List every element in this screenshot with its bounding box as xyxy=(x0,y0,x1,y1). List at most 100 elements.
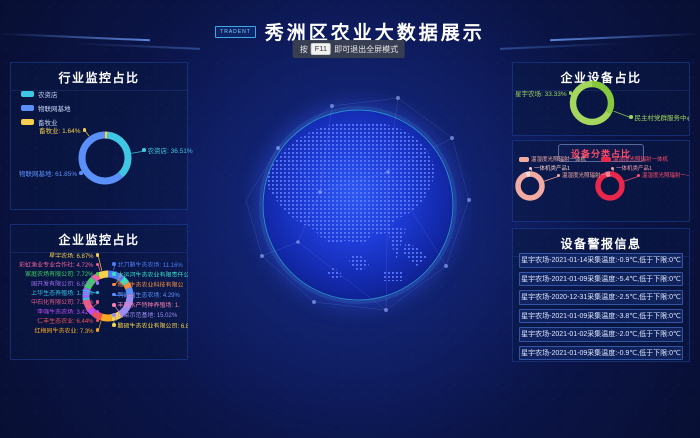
enterprise-label: 彩虹渔业专业合作社: 4.72% xyxy=(15,261,99,267)
label-text: 仁丰生态农业: 6.44% xyxy=(37,318,93,324)
enterprise-label: 国开发有限公司: 6.87% xyxy=(15,280,99,286)
enterprise-label: 中石化有限公司: 7.29% xyxy=(15,299,99,305)
label-dot xyxy=(96,328,100,332)
enterprise-label: 大运河生态农业有限责任公 xyxy=(112,271,188,277)
corner-bracket xyxy=(682,214,690,222)
mesh-lines xyxy=(246,98,469,310)
panel-title: 行业监控占比 xyxy=(11,63,187,91)
dashboard: TRADENT 秀洲区农业大数据展示 按 F11 即可退出全屏模式 行业监控占比… xyxy=(0,0,700,438)
label-dot xyxy=(112,313,116,317)
enterprise-label: 北刀鞘生态农场: 11.16% xyxy=(112,261,188,267)
legend-item[interactable]: 物联网基地 xyxy=(21,103,71,113)
legend-label: 温湿度光照辐射一体机 xyxy=(531,155,586,163)
industry-monitor-panel: 行业监控占比 农资店 物联网基地 畜牧业 畜牧业: 1.64% 农资店: 36.… xyxy=(10,62,188,210)
enterprise-monitor-panel: 企业监控占比 星宇农场: 6.87% 彩虹渔业专业合作社: 4.72% 家庭农场… xyxy=(10,224,188,360)
tip-prefix: 按 xyxy=(300,44,308,55)
corner-bracket xyxy=(682,62,690,70)
chart-label-text: 畜牧业: 1.64% xyxy=(39,125,81,135)
label-dot xyxy=(96,310,100,314)
enterprise-label: 星宇农场: 6.87% xyxy=(15,252,99,258)
legend-label: 物联网基地 xyxy=(38,103,71,113)
corner-bracket xyxy=(512,62,520,70)
device-ratio-panel: 企业设备占比 星宇农场: 33.33% 民主村党群服务中心: xyxy=(512,62,690,136)
label-text: 丰田水产特种养殖场: 1. xyxy=(118,302,180,308)
chart-label-livestock: 畜牧业: 1.64% xyxy=(39,125,86,135)
chart-label-text: 农资店: 36.51% xyxy=(148,145,193,155)
classification-left-donut[interactable] xyxy=(510,166,550,206)
mesh-nodes xyxy=(260,96,471,312)
corner-bracket xyxy=(10,202,18,210)
enterprise-label: 家庭农场有限公司: 7.72% xyxy=(15,271,99,277)
label-text: 红梅园生态农业: 7.3% xyxy=(34,327,93,333)
label-dot xyxy=(96,300,100,304)
corner-bracket xyxy=(512,140,520,148)
label-text: 瓜菜示范基地: 15.02% xyxy=(118,312,178,318)
corner-bracket xyxy=(180,224,188,232)
label-text: 家庭农场有限公司: 7.72% xyxy=(25,271,93,277)
label-dot xyxy=(96,253,100,257)
globe-visualization xyxy=(236,80,480,330)
alarm-row: 星宇农场-2021-01-14采集温度:-0.9℃,低于下限:0℃ xyxy=(519,253,683,268)
corner-bracket xyxy=(682,128,690,136)
enterprise-label: 鸭甜园生态农场: 4.29% xyxy=(112,292,188,298)
label-text: 中石化有限公司: 7.29% xyxy=(31,299,93,305)
legend-item[interactable]: 农资店 xyxy=(21,89,71,99)
corner-bracket xyxy=(180,202,188,210)
label-dot xyxy=(112,262,116,266)
label-text: 李强生态农场: 3.42% xyxy=(37,308,93,314)
legend-label: 农资店 xyxy=(38,89,58,99)
label-dot xyxy=(112,303,116,307)
label-text: 温湿度光照辐射一— xyxy=(642,171,689,179)
alarm-row: 星宇农场-2021-01-09采集温度:-3.8℃,低于下限:0℃ xyxy=(519,309,683,324)
label-dot xyxy=(96,263,100,267)
corner-bracket xyxy=(180,62,188,70)
device-donut-chart[interactable] xyxy=(562,73,622,133)
label-text: 北刀鞘生态农场: 11.16% xyxy=(118,261,183,267)
enterprise-label: 仁丰生态农业: 6.44% xyxy=(15,318,99,324)
label-dot xyxy=(96,281,100,285)
label-text: 温湿度光照辐射一— xyxy=(562,171,612,179)
enterprise-right-labels: 北刀鞘生态农场: 11.16% 大运河生态农业有限责任公 陶门生态农业科技有限公… xyxy=(112,261,188,328)
enterprise-label: 陶门生态农业科技有限公 xyxy=(112,281,188,287)
corner-bracket xyxy=(682,140,690,148)
legend-swatch xyxy=(21,91,34,97)
legend-swatch xyxy=(519,157,529,162)
label-text: 鸭甜园生态农场: 4.29% xyxy=(118,292,180,298)
corner-bracket xyxy=(10,62,18,70)
corner-bracket xyxy=(682,228,690,236)
panel-title: 企业监控占比 xyxy=(11,225,187,253)
chart-label-iot: 物联网基地: 61.85% xyxy=(19,168,83,178)
fullscreen-tip: 按 F11 即可退出全屏模式 xyxy=(293,40,405,58)
alarm-row: 星宇农场-2021-01-02采集温度:-2.0℃,低于下限:0℃ xyxy=(519,327,683,342)
logo-badge[interactable]: TRADENT xyxy=(215,26,256,38)
legend-item[interactable]: 温湿度光照辐射一体机 xyxy=(601,155,668,163)
corner-bracket xyxy=(180,352,188,360)
alarm-info-panel: 设备警报信息 星宇农场-2021-01-14采集温度:-0.9℃,低于下限:0℃… xyxy=(512,228,690,362)
label-dot xyxy=(529,167,532,170)
chart-label-text: 物联网基地: 61.85% xyxy=(19,168,77,178)
corner-bracket xyxy=(512,228,520,236)
label-dot xyxy=(96,291,100,295)
label-dot xyxy=(112,272,116,276)
corner-bracket xyxy=(10,352,18,360)
legend-swatch xyxy=(21,105,34,111)
industry-donut-chart[interactable] xyxy=(75,128,135,188)
label-dot xyxy=(611,167,614,170)
corner-bracket xyxy=(512,128,520,136)
enterprise-label: 李强生态农场: 3.42% xyxy=(15,308,99,314)
chart-label-right: 民主村党群服务中心: xyxy=(629,112,689,122)
label-text: 陶门生态农业科技有限公 xyxy=(118,281,184,287)
enterprise-label: 鹏硕生态农业有限公司: 6.87% xyxy=(112,322,188,328)
enterprise-label: 红梅园生态农业: 7.3% xyxy=(15,327,99,333)
corner-bracket xyxy=(10,224,18,232)
legend-swatch xyxy=(601,157,611,162)
alarm-row: 星宇农场-2021-01-09采集温度:-5.4℃,低于下限:0℃ xyxy=(519,272,683,287)
device-classification-panel: 设备分类占比 温湿度光照辐射一体机 一体机类产品1 温湿度光照辐射一— 温湿度光… xyxy=(512,140,690,222)
label-dot xyxy=(83,128,87,132)
alarm-list: 星宇农场-2021-01-14采集温度:-0.9℃,低于下限:0℃ 星宇农场-2… xyxy=(519,253,683,360)
label-dot xyxy=(629,115,633,119)
enterprise-label: 丰田水产特种养殖场: 1. xyxy=(112,302,188,308)
label-dot xyxy=(96,272,100,276)
pointer-label: 温湿度光照辐射一— xyxy=(637,171,689,179)
legend-item[interactable]: 温湿度光照辐射一体机 xyxy=(519,155,586,163)
